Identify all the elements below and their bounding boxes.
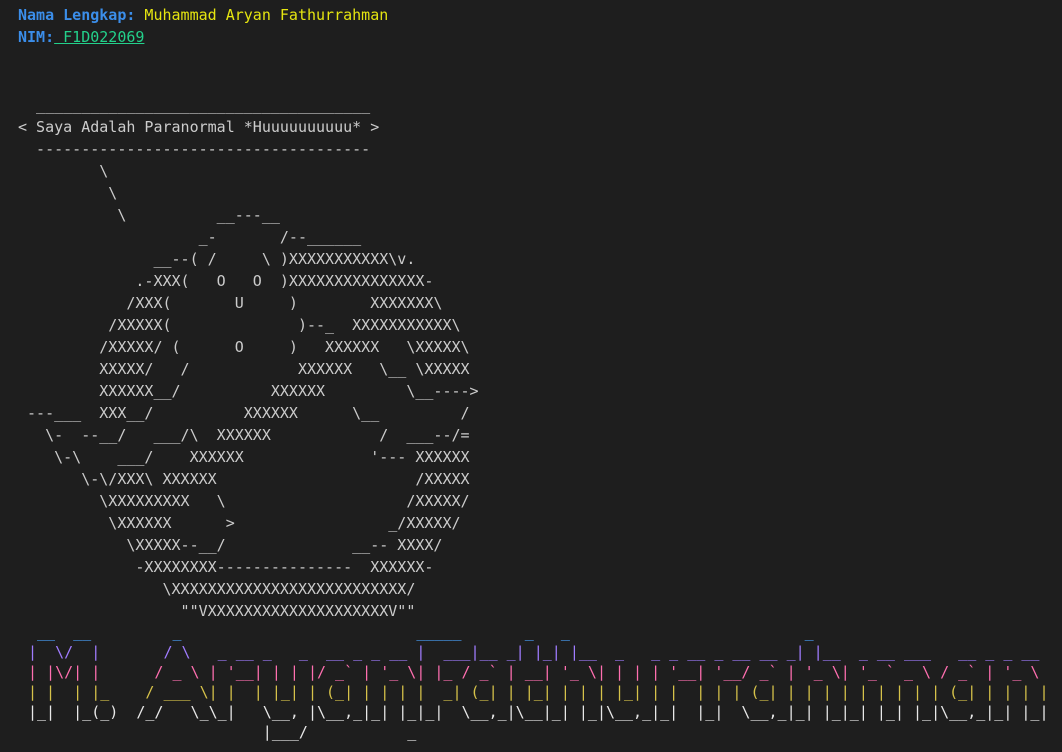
name-label: Nama Lengkap: — [18, 6, 136, 24]
speech-bubble-text: < Saya Adalah Paranormal *Huuuuuuuuuu* > — [18, 118, 380, 136]
ghost-ascii-art: \ \ \ __---__ _- /--______ __--( / \ )XX… — [27, 162, 479, 620]
nim-value: F1D022069 — [54, 28, 145, 46]
speech-bubble-bottom: ------------------------------------- — [18, 140, 371, 158]
nim-label: NIM: — [18, 28, 55, 46]
figlet-line: | | | |_ / ___ \| | | |_| | (_| | | | | … — [28, 683, 1049, 701]
figlet-line: | |\/| | / _ \ | '__| | | |/ _` | '_ \| … — [28, 663, 1040, 681]
name-line: Nama Lengkap: Muhammad Aryan Fathurrahma… — [18, 4, 1062, 26]
figlet-line: | \/ | / \ _ __ _ _ __ _ _ __ | ___|__ _… — [28, 643, 1040, 661]
name-value: Muhammad Aryan Fathurrahman — [135, 6, 389, 24]
figlet-line: |_| |_(_) /_/ \_\_| \__, |\__,_|_| |_|_|… — [28, 703, 1049, 721]
figlet-line: |___/ _ — [28, 723, 417, 741]
speech-bubble-top: _____________________________________ — [18, 96, 371, 114]
figlet-line: __ __ _ _____ _ _ _ — [28, 623, 814, 641]
figlet-banner: __ __ _ _____ _ _ _ | \/ | / \ _ __ _ _ _… — [28, 622, 1048, 742]
cowsay-output: _____________________________________ < … — [18, 94, 479, 622]
nim-line: NIM: F1D022069 — [18, 26, 1062, 48]
